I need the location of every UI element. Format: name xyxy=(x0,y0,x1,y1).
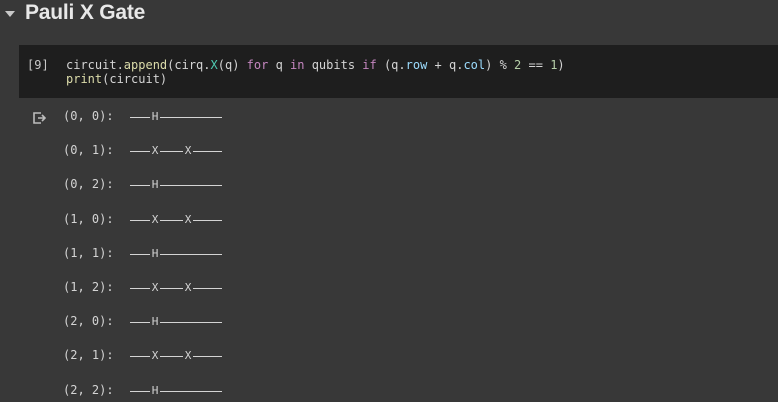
pauli-x-gate: X xyxy=(183,348,193,365)
qubit-wire xyxy=(130,322,222,324)
pauli-x-gate: X xyxy=(150,143,160,160)
qubit-label: (1, 0): xyxy=(63,211,121,226)
qubit-row: (0, 0): H xyxy=(63,109,233,125)
qubit-label: (2, 2): xyxy=(63,382,121,397)
qubit-wire xyxy=(130,288,222,289)
qubit-wire xyxy=(130,185,222,187)
qubit-row: (1, 1): H xyxy=(63,245,233,262)
qubit-row: (2, 1): X X xyxy=(63,348,233,365)
qubit-label: (2, 1): xyxy=(63,348,121,363)
qubit-label: (1, 2): xyxy=(63,280,121,294)
qubit-wire xyxy=(130,219,222,221)
qubit-label: (1, 1): xyxy=(63,245,121,260)
qubit-wire xyxy=(130,117,222,118)
qubit-label: (0, 1): xyxy=(63,143,121,158)
qubit-row: (1, 0): X X xyxy=(63,211,233,228)
output-redirect-icon[interactable] xyxy=(32,111,46,125)
code-line-1[interactable]: circuit.append(cirq.X(q) for q in qubits… xyxy=(66,58,565,72)
qubit-wire xyxy=(130,253,222,255)
qubit-label: (0, 2): xyxy=(63,177,121,192)
section-header[interactable]: Pauli X Gate xyxy=(0,0,778,30)
qubit-wire xyxy=(130,390,222,392)
pauli-x-gate: X xyxy=(183,280,193,296)
section-title: Pauli X Gate xyxy=(25,1,146,24)
pauli-x-gate: X xyxy=(183,211,193,228)
caret-down-icon[interactable] xyxy=(5,11,15,17)
pauli-x-gate: X xyxy=(150,348,160,365)
hadamard-gate: H xyxy=(150,245,160,262)
hadamard-gate: H xyxy=(150,314,160,331)
qubit-label: (2, 0): xyxy=(63,314,121,329)
hadamard-gate: H xyxy=(150,109,160,125)
qubit-row: (0, 2): H xyxy=(63,177,233,194)
pauli-x-gate: X xyxy=(150,280,160,296)
qubit-row: (2, 0): H xyxy=(63,314,233,331)
hadamard-gate: H xyxy=(150,382,160,399)
pauli-x-gate: X xyxy=(183,143,193,160)
qubit-wire xyxy=(130,356,222,358)
execution-count: [9] xyxy=(27,58,49,72)
hadamard-gate: H xyxy=(150,177,160,194)
pauli-x-gate: X xyxy=(150,211,160,228)
qubit-row: (0, 1): X X xyxy=(63,143,233,160)
qubit-row: (2, 2): H xyxy=(63,382,233,399)
qubit-row: (1, 2): X X xyxy=(63,280,233,296)
code-line-2[interactable]: print(circuit) xyxy=(66,72,167,86)
code-cell[interactable]: [9] circuit.append(cirq.X(q) for q in qu… xyxy=(19,45,778,98)
qubit-wire xyxy=(130,151,222,153)
qubit-label: (0, 0): xyxy=(63,109,121,123)
